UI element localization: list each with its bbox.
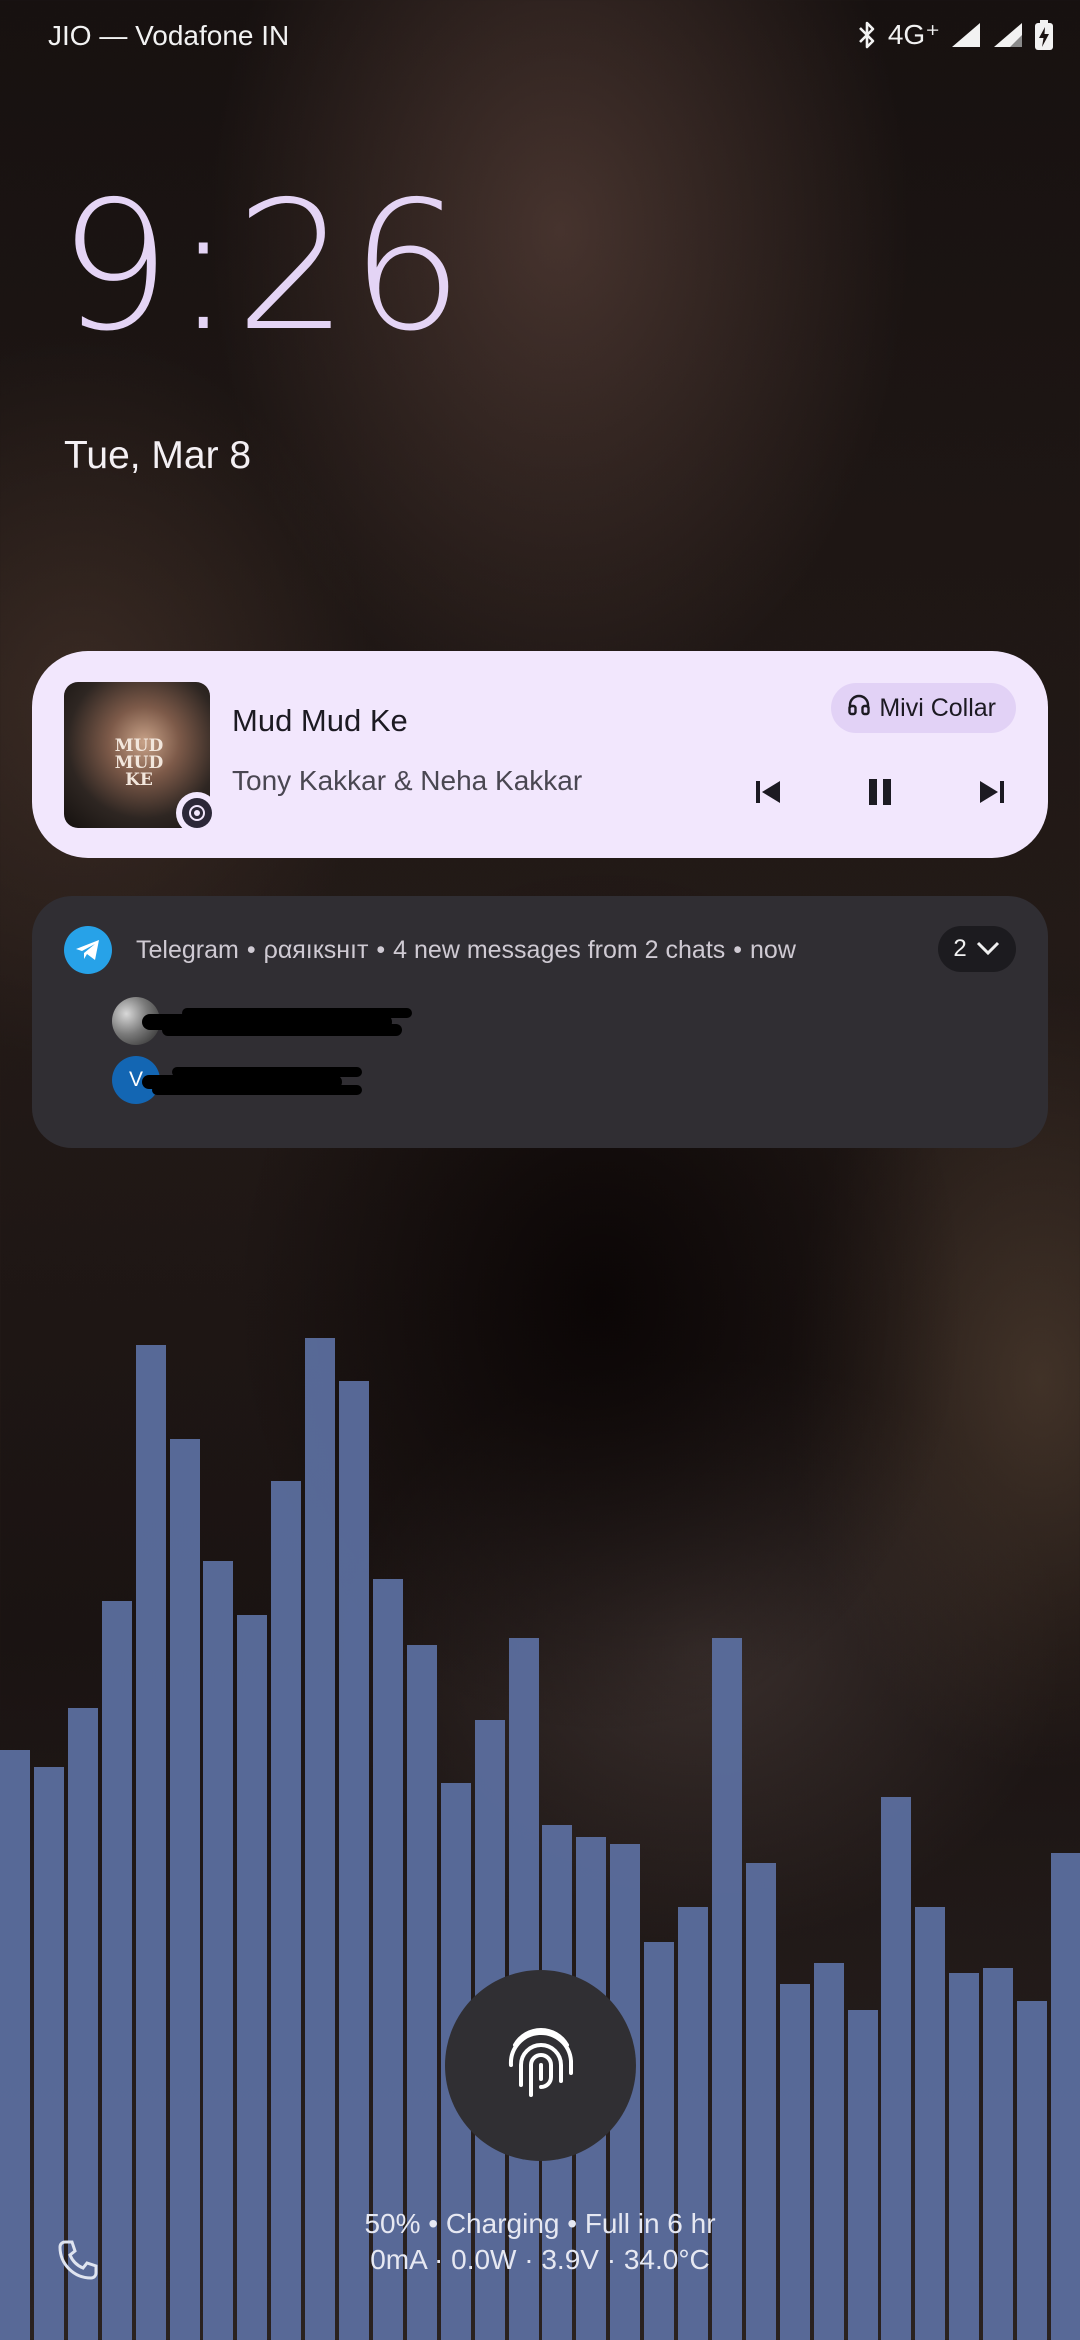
fingerprint-sensor[interactable] — [445, 1970, 636, 2161]
previous-track-button[interactable] — [743, 769, 793, 819]
album-art-title: MUD MUD KE — [114, 736, 164, 790]
charging-stats: 0mA · 0.0W · 3.9V · 34.0°C — [370, 2244, 710, 2275]
battery-charging-icon — [1034, 19, 1054, 51]
headphones-icon — [847, 693, 871, 724]
song-title: Mud Mud Ke — [232, 703, 408, 738]
visualizer-bar — [1017, 2001, 1047, 2340]
chevron-down-icon — [975, 935, 1001, 963]
network-type-label: 4G⁺ — [887, 19, 940, 50]
visualizer-bar — [170, 1439, 200, 2340]
next-icon — [977, 778, 1007, 811]
bluetooth-icon — [856, 19, 878, 51]
visualizer-bar — [983, 1968, 1013, 2340]
carrier-label: JIO — Vodafone IN — [48, 20, 290, 51]
telegram-notification[interactable]: Telegram • ραяıкѕнıт • 4 new messages from 2… — [32, 896, 1048, 1148]
redacted-name — [142, 1004, 412, 1038]
pause-button[interactable] — [855, 769, 905, 819]
phone-icon — [56, 2240, 100, 2286]
pause-icon — [866, 776, 894, 813]
visualizer-bar — [339, 1381, 369, 2340]
music-app-badge-icon — [176, 792, 218, 834]
status-bar: JIO — Vodafone IN 4G⁺ — [0, 0, 1080, 80]
visualizer-bar — [136, 1345, 166, 2340]
notification-summary: 4 new messages from 2 chats — [393, 936, 726, 964]
fingerprint-icon — [505, 2021, 577, 2110]
chat-row[interactable]: V — [112, 1056, 372, 1104]
visualizer-bar — [305, 1338, 335, 2340]
song-artist: Tony Kakkar & Neha Kakkar — [232, 765, 583, 796]
telegram-icon — [64, 926, 112, 974]
output-device-label: Mivi Collar — [879, 693, 996, 722]
visualizer-bar — [780, 1984, 810, 2340]
visualizer-bar — [644, 1942, 674, 2340]
charging-status: 50% • Charging • Full in 6 hr — [364, 2208, 716, 2239]
chat-row[interactable] — [112, 997, 412, 1045]
media-player-card[interactable]: MUD MUD KE Mud Mud Ke Tony Kakkar & Neha… — [32, 651, 1048, 858]
notification-count: 2 — [953, 935, 967, 962]
lockscreen-date: Tue, Mar 8 — [64, 434, 252, 477]
charging-info: 50% • Charging • Full in 6 hr 0mA · 0.0W… — [0, 2206, 1080, 2278]
status-icons: 4G⁺ — [856, 18, 1054, 51]
expand-notification-button[interactable]: 2 — [938, 926, 1016, 972]
notification-time: now — [750, 936, 796, 964]
phone-shortcut[interactable] — [56, 2238, 100, 2287]
visualizer-bar — [848, 2010, 878, 2340]
notification-app-name: Telegram — [136, 936, 239, 964]
visualizer-bar — [814, 1963, 844, 2340]
visualizer-bar — [949, 1973, 979, 2340]
redacted-name — [142, 1063, 372, 1097]
notification-account: ραяıкѕнıт — [263, 936, 369, 964]
signal-icon — [950, 21, 982, 49]
next-track-button[interactable] — [967, 769, 1017, 819]
signal-icon — [992, 21, 1024, 49]
notification-header: Telegram • ραяıкѕнıт • 4 new messages from 2… — [136, 936, 796, 964]
output-device-chip[interactable]: Mivi Collar — [831, 683, 1016, 733]
previous-icon — [753, 778, 783, 811]
lockscreen-clock: 9:26 — [58, 163, 466, 370]
